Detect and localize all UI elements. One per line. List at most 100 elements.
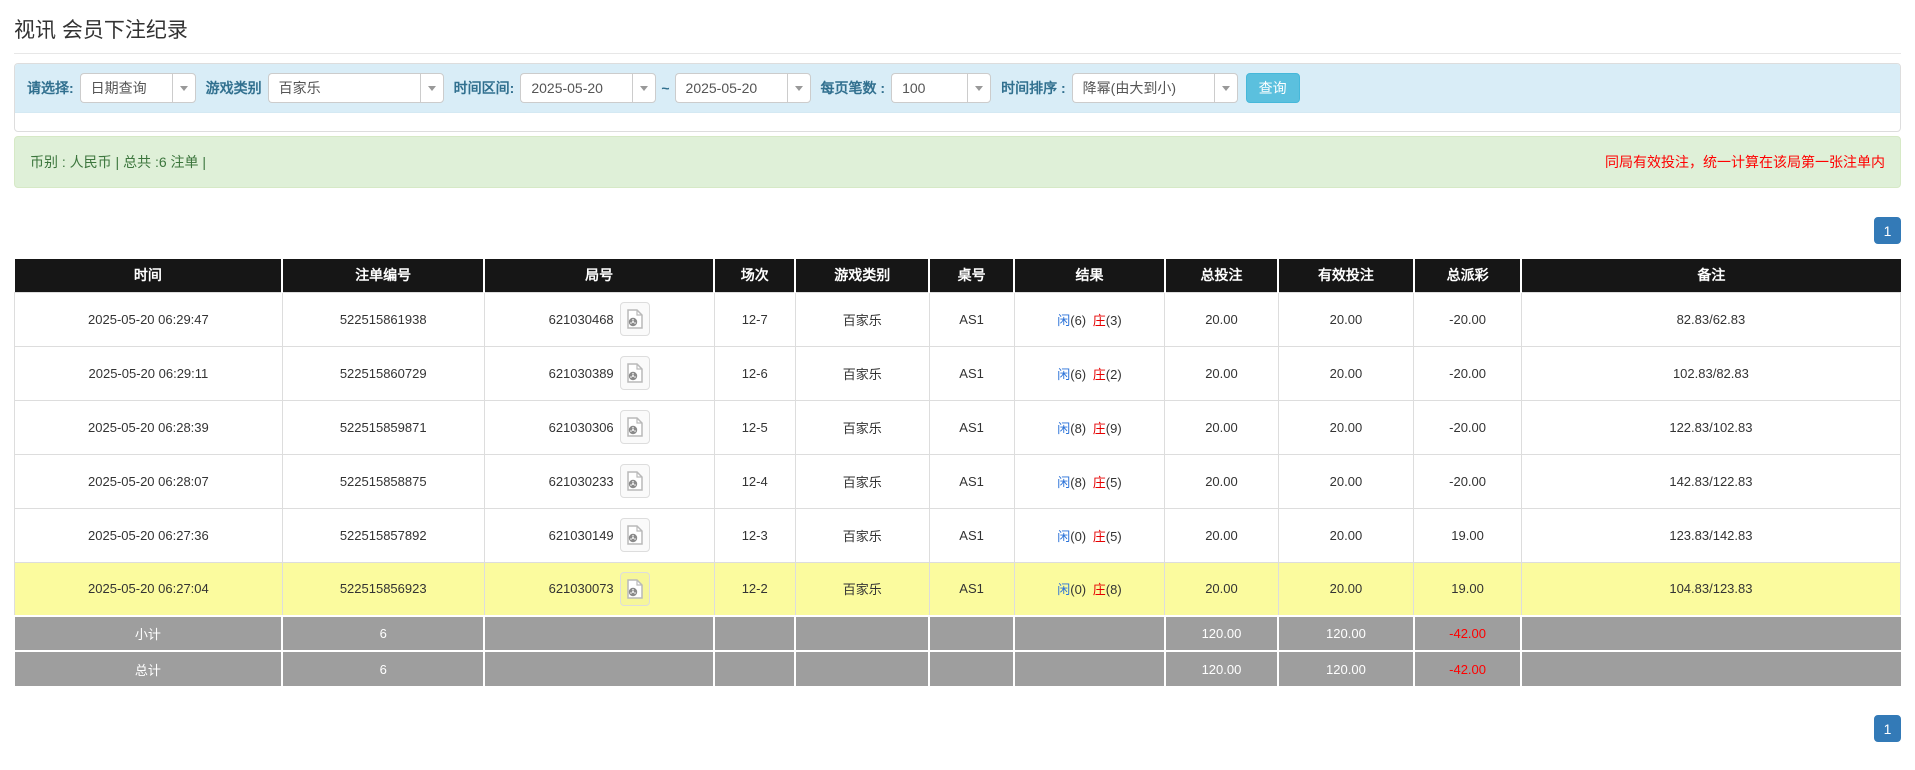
filter-panel: 请选择: 日期查询 游戏类别 百家乐 时间区间: 2025-05-20 ~ 20… <box>14 63 1901 132</box>
total-bet-link[interactable]: 20.00 <box>1165 454 1278 508</box>
sort-order-select[interactable]: 降幂(由大到小) <box>1072 73 1238 103</box>
session-cell: 12-3 <box>714 508 795 562</box>
player-score: (8) <box>1070 475 1086 490</box>
table-id-cell: AS1 <box>929 562 1014 616</box>
empty-cell <box>929 651 1014 686</box>
payout-cell: 19.00 <box>1414 562 1522 616</box>
query-mode-caret-button[interactable] <box>172 73 196 103</box>
banker-result: 庄 <box>1093 475 1106 490</box>
banker-score: (5) <box>1106 475 1122 490</box>
total-bet-link[interactable]: 20.00 <box>1165 562 1278 616</box>
game-type-cell: 百家乐 <box>795 454 929 508</box>
banker-result: 庄 <box>1093 421 1106 436</box>
empty-cell <box>929 616 1014 651</box>
video-replay-button[interactable] <box>620 572 650 606</box>
page-title: 视讯 会员下注纪录 <box>14 0 1901 54</box>
video-file-icon <box>627 525 643 545</box>
table-id-cell: AS1 <box>929 508 1014 562</box>
query-mode-select[interactable]: 日期查询 <box>80 73 196 103</box>
sort-order-value[interactable]: 降幂(由大到小) <box>1072 73 1214 103</box>
valid-bet-cell: 20.00 <box>1278 400 1414 454</box>
header-time: 时间 <box>15 259 283 292</box>
page-1-button[interactable]: 1 <box>1874 715 1901 742</box>
total-bet-link[interactable]: 20.00 <box>1165 346 1278 400</box>
table-id-cell: AS1 <box>929 454 1014 508</box>
player-result: 闲 <box>1057 367 1070 382</box>
sort-order-caret-button[interactable] <box>1214 73 1238 103</box>
result-cell: 闲(6) 庄(2) <box>1014 346 1165 400</box>
video-replay-button[interactable] <box>620 356 650 390</box>
valid-bet-cell: 20.00 <box>1278 292 1414 346</box>
player-score: (8) <box>1070 421 1086 436</box>
total-bet-link[interactable]: 20.00 <box>1165 508 1278 562</box>
total-total-bet: 120.00 <box>1165 651 1278 686</box>
note-cell: 104.83/123.83 <box>1521 562 1900 616</box>
game-type-value[interactable]: 百家乐 <box>268 73 420 103</box>
chevron-down-icon <box>428 86 436 91</box>
empty-cell <box>714 616 795 651</box>
video-replay-button[interactable] <box>620 464 650 498</box>
time-cell: 2025-05-20 06:28:07 <box>15 454 283 508</box>
time-cell: 2025-05-20 06:27:04 <box>15 562 283 616</box>
result-cell: 闲(8) 庄(5) <box>1014 454 1165 508</box>
payout-cell: -20.00 <box>1414 400 1522 454</box>
round-id-value: 621030073 <box>549 581 614 596</box>
total-bet-link[interactable]: 20.00 <box>1165 292 1278 346</box>
page-size-caret-button[interactable] <box>967 73 991 103</box>
header-result: 结果 <box>1014 259 1165 292</box>
pagination-top: 1 <box>14 217 1901 244</box>
header-round-id: 局号 <box>484 259 714 292</box>
page-size-select[interactable]: 100 <box>891 73 991 103</box>
page-container: 视讯 会员下注纪录 请选择: 日期查询 游戏类别 百家乐 时间区间: 2025-… <box>0 0 1915 742</box>
table-row: 2025-05-20 06:29:47 522515861938 6210304… <box>15 292 1901 346</box>
page-1-button[interactable]: 1 <box>1874 217 1901 244</box>
session-cell: 12-4 <box>714 454 795 508</box>
subtotal-payout: -42.00 <box>1414 616 1522 651</box>
round-id-cell: 621030149 <box>484 508 714 562</box>
video-file-icon <box>627 579 643 599</box>
empty-cell <box>1014 651 1165 686</box>
query-mode-value[interactable]: 日期查询 <box>80 73 172 103</box>
date-from-caret-button[interactable] <box>632 73 656 103</box>
currency-summary-text: 币别 : 人民币 | 总共 :6 注单 | <box>30 152 206 172</box>
note-cell: 102.83/82.83 <box>1521 346 1900 400</box>
header-game-type: 游戏类别 <box>795 259 929 292</box>
player-result: 闲 <box>1057 475 1070 490</box>
date-to-input[interactable]: 2025-05-20 <box>675 73 811 103</box>
table-header-row: 时间 注单编号 局号 场次 游戏类别 桌号 结果 总投注 有效投注 总派彩 备注 <box>15 259 1901 292</box>
filter-bar: 请选择: 日期查询 游戏类别 百家乐 时间区间: 2025-05-20 ~ 20… <box>15 64 1900 113</box>
video-replay-button[interactable] <box>620 518 650 552</box>
session-cell: 12-7 <box>714 292 795 346</box>
round-id-cell: 621030233 <box>484 454 714 508</box>
empty-cell <box>1014 616 1165 651</box>
result-cell: 闲(0) 庄(5) <box>1014 508 1165 562</box>
round-id-cell: 621030073 <box>484 562 714 616</box>
game-type-select[interactable]: 百家乐 <box>268 73 444 103</box>
range-separator: ~ <box>661 80 669 96</box>
payout-cell: 19.00 <box>1414 508 1522 562</box>
time-cell: 2025-05-20 06:29:11 <box>15 346 283 400</box>
search-button[interactable]: 查询 <box>1246 73 1300 103</box>
video-replay-button[interactable] <box>620 302 650 336</box>
video-replay-button[interactable] <box>620 410 650 444</box>
table-row-highlighted: 2025-05-20 06:27:04 522515856923 6210300… <box>15 562 1901 616</box>
table-id-cell: AS1 <box>929 400 1014 454</box>
round-id-cell: 621030468 <box>484 292 714 346</box>
header-session: 场次 <box>714 259 795 292</box>
game-type-caret-button[interactable] <box>420 73 444 103</box>
header-note: 备注 <box>1521 259 1900 292</box>
date-from-input[interactable]: 2025-05-20 <box>520 73 656 103</box>
page-size-value[interactable]: 100 <box>891 73 967 103</box>
date-to-caret-button[interactable] <box>787 73 811 103</box>
video-file-icon <box>627 309 643 329</box>
total-count: 6 <box>282 651 484 686</box>
date-from-value[interactable]: 2025-05-20 <box>520 73 632 103</box>
date-to-value[interactable]: 2025-05-20 <box>675 73 787 103</box>
game-type-cell: 百家乐 <box>795 346 929 400</box>
total-bet-link[interactable]: 20.00 <box>1165 400 1278 454</box>
subtotal-valid-bet: 120.00 <box>1278 616 1414 651</box>
subtotal-total-bet: 120.00 <box>1165 616 1278 651</box>
empty-cell <box>795 616 929 651</box>
session-cell: 12-5 <box>714 400 795 454</box>
empty-cell <box>1521 651 1900 686</box>
